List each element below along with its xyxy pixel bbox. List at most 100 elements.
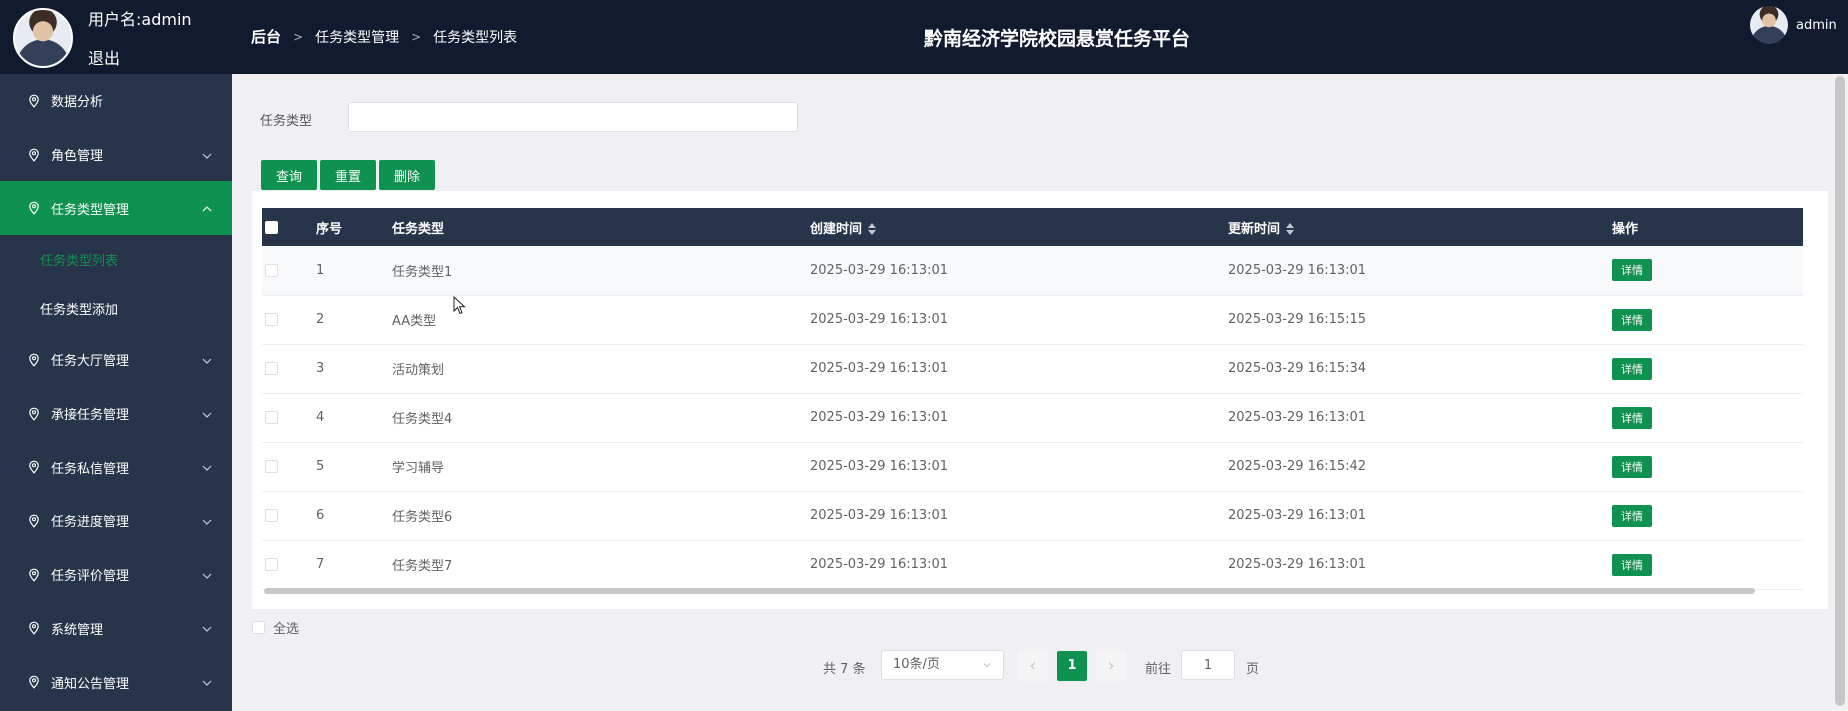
site-title: 黔南经济学院校园悬赏任务平台 bbox=[924, 28, 1191, 50]
cell-created: 2025-03-29 16:13:01 bbox=[810, 361, 949, 376]
sort-icon[interactable] bbox=[1286, 223, 1295, 235]
cell-updated: 2025-03-29 16:13:01 bbox=[1228, 262, 1367, 278]
sidebar-item-4[interactable]: 承接任务管理 bbox=[0, 387, 232, 441]
sidebar-item-8[interactable]: 系统管理 bbox=[0, 602, 232, 656]
cell-index: 6 bbox=[316, 508, 325, 523]
location-pin-icon bbox=[27, 621, 41, 636]
sidebar-item-9[interactable]: 通知公告管理 bbox=[0, 655, 232, 709]
scrollbar-thumb[interactable] bbox=[1835, 76, 1845, 706]
chevron-down-icon bbox=[983, 663, 991, 668]
cell-updated: 2025-03-29 16:13:01 bbox=[1228, 410, 1367, 425]
select-all-label: 全选 bbox=[273, 622, 300, 637]
sort-icon[interactable] bbox=[868, 223, 877, 235]
table-row[interactable]: 6 任务类型6 2025-03-29 16:13:01 2025-03-29 16:1… bbox=[262, 491, 1803, 540]
header-select-checkbox[interactable] bbox=[265, 220, 278, 234]
goto-label: 前往 bbox=[1145, 662, 1172, 677]
sidebar-item-0[interactable]: 数据分析 bbox=[0, 74, 232, 128]
goto-page-input[interactable] bbox=[1181, 650, 1235, 680]
page-suffix: 页 bbox=[1246, 662, 1260, 677]
column-header-created[interactable]: 创建时间 bbox=[810, 208, 1228, 246]
cell-updated: 2025-03-29 16:13:01 bbox=[1228, 508, 1367, 523]
detail-button[interactable]: 详情 bbox=[1612, 259, 1652, 282]
table-row[interactable]: 7 任务类型7 2025-03-29 16:13:01 2025-03-29 16:1… bbox=[262, 540, 1803, 589]
table-row[interactable]: 1 任务类型1 2025-03-29 16:13:01 2025-03-29 16:1… bbox=[262, 246, 1803, 295]
detail-button[interactable]: 详情 bbox=[1612, 357, 1652, 380]
cell-index: 1 bbox=[316, 262, 325, 278]
chevron-down-icon bbox=[202, 409, 212, 419]
column-header-type: 任务类型 bbox=[392, 221, 445, 237]
table-row[interactable]: 3 活动策划 2025-03-29 16:13:01 2025-03-29 16:15… bbox=[262, 344, 1803, 393]
detail-button[interactable]: 详情 bbox=[1612, 553, 1652, 576]
row-checkbox[interactable] bbox=[265, 263, 278, 277]
sidebar-item-5[interactable]: 任务私信管理 bbox=[0, 440, 232, 494]
cell-type: 任务类型1 bbox=[392, 264, 453, 280]
location-pin-icon bbox=[27, 148, 41, 162]
cell-action: 详情 bbox=[1612, 246, 1803, 295]
select-all[interactable]: 全选 bbox=[252, 618, 299, 637]
sidebar-subitem-1[interactable]: 任务类型添加 bbox=[0, 284, 232, 333]
table-row[interactable]: 2 AA类型 2025-03-29 16:13:01 2025-03-29 16:15… bbox=[262, 295, 1803, 344]
location-pin-icon bbox=[27, 460, 41, 474]
query-button[interactable]: 查询 bbox=[261, 160, 318, 190]
detail-button[interactable]: 详情 bbox=[1612, 455, 1652, 478]
cell-updated: 2025-03-29 16:15:34 bbox=[1228, 361, 1367, 376]
horizontal-scrollbar[interactable] bbox=[264, 588, 1755, 594]
chevron-right-icon bbox=[1109, 662, 1114, 670]
column-header-created-label: 创建时间 bbox=[810, 221, 863, 237]
page-number-current[interactable]: 1 bbox=[1057, 651, 1087, 681]
sidebar-item-label: 数据分析 bbox=[51, 95, 104, 111]
cell-index: 5 bbox=[316, 459, 325, 474]
header-username[interactable]: admin bbox=[1796, 18, 1837, 33]
cell-type: 任务类型4 bbox=[392, 412, 453, 427]
logout-link[interactable]: 退出 bbox=[88, 45, 120, 69]
column-header-updated[interactable]: 更新时间 bbox=[1228, 208, 1612, 246]
breadcrumb: 后台 > 任务类型管理 > 任务类型列表 bbox=[251, 26, 517, 47]
reset-button[interactable]: 重置 bbox=[320, 160, 377, 190]
task-type-table: 序号 任务类型 创建时间 更新时间 操作 1 任务类型1 2025-03-29 16… bbox=[262, 208, 1803, 590]
cell-action: 详情 bbox=[1612, 344, 1803, 393]
sidebar-item-2[interactable]: 任务类型管理 bbox=[0, 181, 232, 236]
detail-button[interactable]: 详情 bbox=[1612, 406, 1652, 429]
vertical-scrollbar[interactable] bbox=[1832, 74, 1848, 711]
task-type-search-input[interactable] bbox=[348, 102, 798, 132]
table-panel: 序号 任务类型 创建时间 更新时间 操作 1 任务类型1 2025-03-29 16… bbox=[252, 191, 1828, 609]
detail-button[interactable]: 详情 bbox=[1612, 504, 1652, 527]
table-row[interactable]: 4 任务类型4 2025-03-29 16:13:01 2025-03-29 16:1… bbox=[262, 393, 1803, 442]
breadcrumb-current: 任务类型列表 bbox=[433, 29, 518, 46]
cell-index: 4 bbox=[316, 410, 325, 425]
chevron-down-icon bbox=[202, 462, 212, 472]
breadcrumb-home[interactable]: 后台 bbox=[251, 26, 281, 47]
sidebar-item-7[interactable]: 任务评价管理 bbox=[0, 548, 232, 602]
cell-index: 2 bbox=[316, 312, 325, 327]
sidebar-subitem-0[interactable]: 任务类型列表 bbox=[0, 235, 232, 284]
page-size-select[interactable]: 10条/页 bbox=[881, 650, 1004, 680]
sidebar-item-1[interactable]: 角色管理 bbox=[0, 128, 232, 182]
sidebar-item-label: 通知公告管理 bbox=[51, 676, 130, 692]
location-pin-icon bbox=[27, 675, 41, 689]
sidebar-item-label: 系统管理 bbox=[51, 622, 104, 638]
row-checkbox[interactable] bbox=[265, 460, 278, 473]
table-row[interactable]: 5 学习辅导 2025-03-29 16:13:01 2025-03-29 16:15… bbox=[262, 442, 1803, 491]
row-checkbox[interactable] bbox=[265, 509, 278, 522]
header-avatar[interactable] bbox=[1750, 6, 1788, 44]
top-header: 后台 > 任务类型管理 > 任务类型列表 黔南经济学院校园悬赏任务平台 admi… bbox=[232, 0, 1848, 74]
column-header-index: 序号 bbox=[316, 221, 343, 237]
detail-button[interactable]: 详情 bbox=[1612, 308, 1652, 331]
chevron-down-icon bbox=[202, 150, 212, 160]
next-page-button[interactable] bbox=[1096, 651, 1126, 681]
cell-created: 2025-03-29 16:13:01 bbox=[810, 312, 949, 327]
cell-type: 学习辅导 bbox=[392, 461, 445, 476]
sidebar-item-6[interactable]: 任务进度管理 bbox=[0, 494, 232, 548]
sidebar-item-label: 任务大厅管理 bbox=[51, 354, 130, 370]
row-checkbox[interactable] bbox=[265, 558, 278, 571]
delete-button[interactable]: 删除 bbox=[379, 160, 436, 190]
cell-index: 3 bbox=[316, 361, 325, 376]
sidebar-item-3[interactable]: 任务大厅管理 bbox=[0, 333, 232, 387]
breadcrumb-item[interactable]: 任务类型管理 bbox=[315, 27, 399, 47]
row-checkbox[interactable] bbox=[265, 362, 278, 375]
select-all-checkbox[interactable] bbox=[252, 621, 265, 634]
row-checkbox[interactable] bbox=[265, 411, 278, 424]
cell-updated: 2025-03-29 16:15:42 bbox=[1228, 459, 1367, 474]
row-checkbox[interactable] bbox=[265, 313, 278, 326]
prev-page-button[interactable] bbox=[1018, 651, 1048, 681]
